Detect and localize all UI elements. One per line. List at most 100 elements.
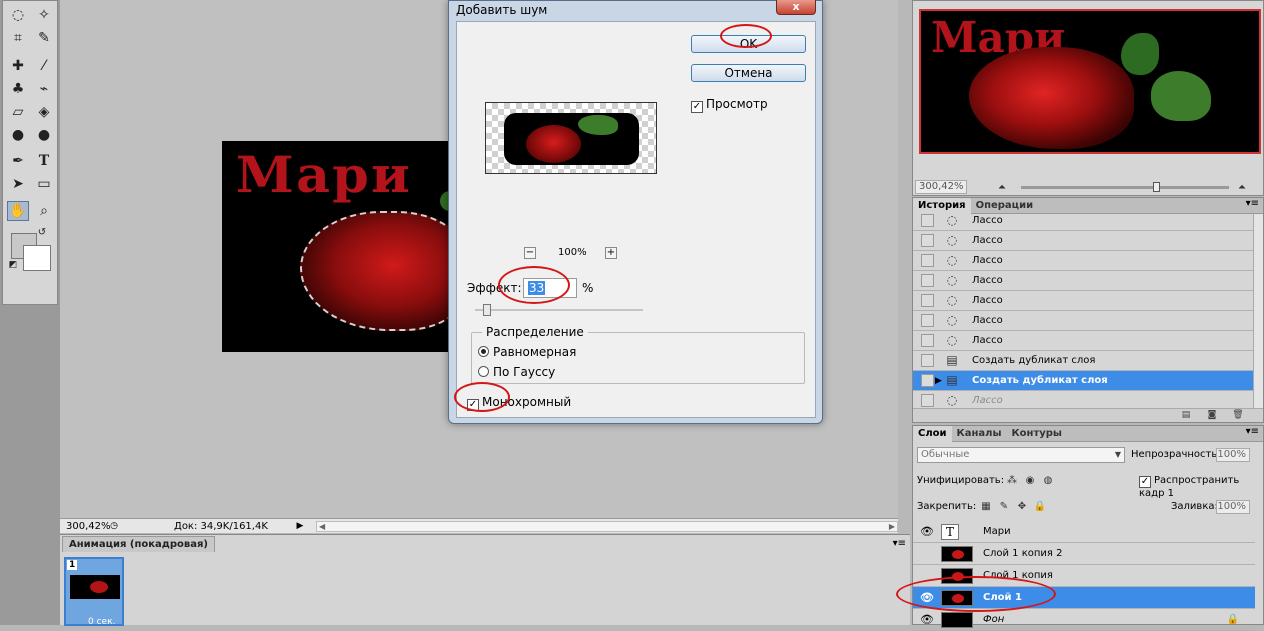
history-item[interactable]: ◌ Лассо (913, 291, 1255, 311)
opacity-field[interactable]: 100% (1216, 448, 1250, 462)
rectangle-tool-icon[interactable]: ▭ (33, 174, 55, 194)
layer-row[interactable]: 👁 Фон 🔒 (913, 609, 1255, 631)
ok-button[interactable]: OK (691, 35, 806, 53)
brush-tool-icon[interactable]: ⁄ (33, 56, 55, 76)
navigator-preview[interactable]: Мари (919, 9, 1261, 154)
animation-frame[interactable]: 1 0 сек. (64, 557, 124, 627)
history-item[interactable]: ◌ Лассо (913, 211, 1255, 231)
history-snapshot-box[interactable] (921, 394, 934, 407)
propagate-frame-option[interactable]: ✓ Распространить кадр 1 (1139, 475, 1263, 499)
tab-channels[interactable]: Каналы (952, 426, 1007, 442)
distribution-uniform-option[interactable]: Равномерная (478, 345, 576, 359)
new-snapshot-icon[interactable]: ◙ (1205, 410, 1219, 421)
crop-tool-icon[interactable]: ⌗ (7, 28, 29, 48)
tab-animation[interactable]: Анимация (покадровая) (62, 536, 215, 552)
zoom-in-button[interactable]: + (605, 247, 617, 259)
lasso-tool-icon[interactable]: ◌ (7, 5, 29, 25)
paint-bucket-tool-icon[interactable]: ◈ (33, 102, 55, 122)
pen-tool-icon[interactable]: ✒ (7, 151, 29, 171)
history-snapshot-box[interactable] (921, 374, 934, 387)
lock-all-icon[interactable]: 🔒 (1033, 500, 1047, 514)
horizontal-scrollbar[interactable]: ◀ ▶ (316, 520, 898, 532)
default-colors-icon[interactable]: ◩ (7, 259, 19, 271)
layer-row[interactable]: 👁 T Мари (913, 521, 1255, 543)
history-item[interactable]: ▤ Создать дубликат слоя ▶ (913, 371, 1255, 391)
dialog-title[interactable]: Добавить шум (449, 1, 822, 21)
uniform-radio[interactable] (478, 346, 489, 357)
navigator-zoom-slider[interactable] (1021, 182, 1229, 192)
document-canvas[interactable]: Мари (222, 141, 452, 352)
zoom-tool-icon[interactable]: ⌕ (33, 201, 55, 221)
layer-row[interactable]: Слой 1 копия 2 (913, 543, 1255, 565)
slider-thumb[interactable] (1153, 182, 1160, 192)
effect-slider-thumb[interactable] (483, 304, 491, 316)
dodge-tool-icon[interactable]: ● (33, 125, 55, 145)
status-menu-arrow-icon[interactable]: ▶ (294, 520, 306, 532)
history-item[interactable]: ▤ Создать дубликат слоя (913, 351, 1255, 371)
status-info-icon[interactable]: ◷ (108, 520, 120, 532)
tab-layers[interactable]: Слои (913, 426, 952, 442)
panel-menu-icon[interactable]: ▾≡ (1246, 198, 1259, 209)
trash-icon[interactable]: 🗑 (1231, 410, 1245, 421)
unify-position-icon[interactable]: ⁂ (1005, 474, 1019, 488)
panel-menu-icon[interactable]: ▾≡ (893, 538, 906, 549)
type-tool-icon[interactable]: T (33, 151, 55, 171)
close-button[interactable]: x (776, 0, 816, 15)
swap-colors-icon[interactable]: ↺ (35, 225, 49, 239)
lock-transparency-icon[interactable]: ▦ (979, 500, 993, 514)
history-brush-tool-icon[interactable]: ⌁ (33, 79, 55, 99)
effect-amount-input[interactable]: 33 (523, 278, 577, 298)
magic-wand-tool-icon[interactable]: ✧ (33, 5, 55, 25)
effect-slider[interactable] (475, 304, 643, 316)
monochromatic-option[interactable]: ✓ Монохромный (467, 395, 571, 411)
preview-option[interactable]: ✓ Просмотр (691, 97, 768, 113)
cancel-button[interactable]: Отмена (691, 64, 806, 82)
history-item[interactable]: ◌ Лассо (913, 231, 1255, 251)
history-snapshot-box[interactable] (921, 274, 934, 287)
history-item[interactable]: ◌ Лассо (913, 311, 1255, 331)
new-document-from-state-icon[interactable]: ▤ (1179, 410, 1193, 421)
clone-stamp-tool-icon[interactable]: ♣ (7, 79, 29, 99)
layer-row[interactable]: Слой 1 копия (913, 565, 1255, 587)
frame-delay[interactable]: 0 сек. (88, 617, 115, 627)
lock-pixels-icon[interactable]: ✎ (997, 500, 1011, 514)
visibility-eye-icon[interactable]: 👁 (920, 609, 934, 631)
scroll-left-icon[interactable]: ◀ (319, 522, 325, 531)
visibility-eye-icon[interactable]: 👁 (920, 587, 934, 609)
history-snapshot-box[interactable] (921, 314, 934, 327)
blend-mode-select[interactable]: Обычные ▼ (917, 447, 1125, 463)
background-color-swatch[interactable] (23, 245, 51, 271)
distribution-gaussian-option[interactable]: По Гауссу (478, 365, 555, 379)
status-zoom[interactable]: 300,42% (60, 521, 111, 532)
history-scrollbar[interactable] (1253, 214, 1263, 408)
hand-tool-icon[interactable]: ✋ (7, 201, 29, 221)
panel-menu-icon[interactable]: ▾≡ (1246, 426, 1259, 437)
unify-visibility-icon[interactable]: ◉ (1023, 474, 1037, 488)
layer-row[interactable]: 👁 Слой 1 (913, 587, 1255, 609)
fill-field[interactable]: 100% (1216, 500, 1250, 514)
path-selection-tool-icon[interactable]: ➤ (7, 174, 29, 194)
monochromatic-checkbox[interactable]: ✓ (467, 399, 479, 411)
history-snapshot-box[interactable] (921, 214, 934, 227)
preview-checkbox[interactable]: ✓ (691, 101, 703, 113)
history-snapshot-box[interactable] (921, 334, 934, 347)
history-snapshot-box[interactable] (921, 254, 934, 267)
history-item[interactable]: ◌ Лассо (913, 331, 1255, 351)
healing-brush-tool-icon[interactable]: ✚ (7, 56, 29, 76)
history-item[interactable]: ◌ Лассо (913, 251, 1255, 271)
zoom-out-mountain-icon[interactable]: ⏶ (995, 181, 1009, 195)
unify-style-icon[interactable]: ◍ (1041, 474, 1055, 488)
propagate-checkbox[interactable]: ✓ (1139, 476, 1151, 488)
history-snapshot-box[interactable] (921, 294, 934, 307)
visibility-eye-icon[interactable]: 👁 (920, 521, 934, 543)
tab-paths[interactable]: Контуры (1007, 426, 1067, 442)
scroll-right-icon[interactable]: ▶ (889, 522, 895, 531)
navigator-zoom-field[interactable]: 300,42% (915, 180, 967, 194)
lock-position-icon[interactable]: ✥ (1015, 500, 1029, 514)
history-snapshot-box[interactable] (921, 354, 934, 367)
zoom-out-button[interactable]: − (524, 247, 536, 259)
eyedropper-tool-icon[interactable]: ✎ (33, 28, 55, 48)
gaussian-radio[interactable] (478, 366, 489, 377)
blur-tool-icon[interactable]: ● (7, 125, 29, 145)
zoom-in-mountain-icon[interactable]: ⏶ (1235, 181, 1249, 195)
